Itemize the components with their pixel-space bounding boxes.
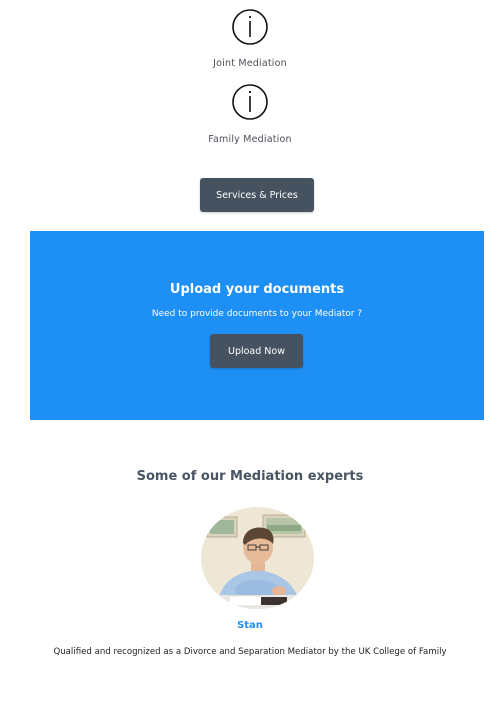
upload-now-button[interactable]: Upload Now [210,334,303,368]
expert-name[interactable]: Stan [0,620,500,631]
experts-heading: Some of our Mediation experts [136,469,364,484]
family-mediation-info-icon [231,83,269,121]
joint-mediation-info-icon [231,0,269,46]
upload-title: Upload your documents [169,282,345,297]
joint-mediation-label[interactable]: Joint Mediation [0,58,500,69]
family-mediation-label[interactable]: Family Mediation [0,134,500,145]
expert-avatar [201,507,314,609]
upload-subtitle: Need to provide documents to your Mediat… [151,309,363,319]
upload-section: Upload your documents Need to provide do… [30,231,484,420]
services-prices-button[interactable]: Services & Prices [200,178,314,212]
expert-description: Qualified and recognized as a Divorce an… [53,647,447,657]
page: Joint Mediation Family Mediation Service… [0,0,500,708]
